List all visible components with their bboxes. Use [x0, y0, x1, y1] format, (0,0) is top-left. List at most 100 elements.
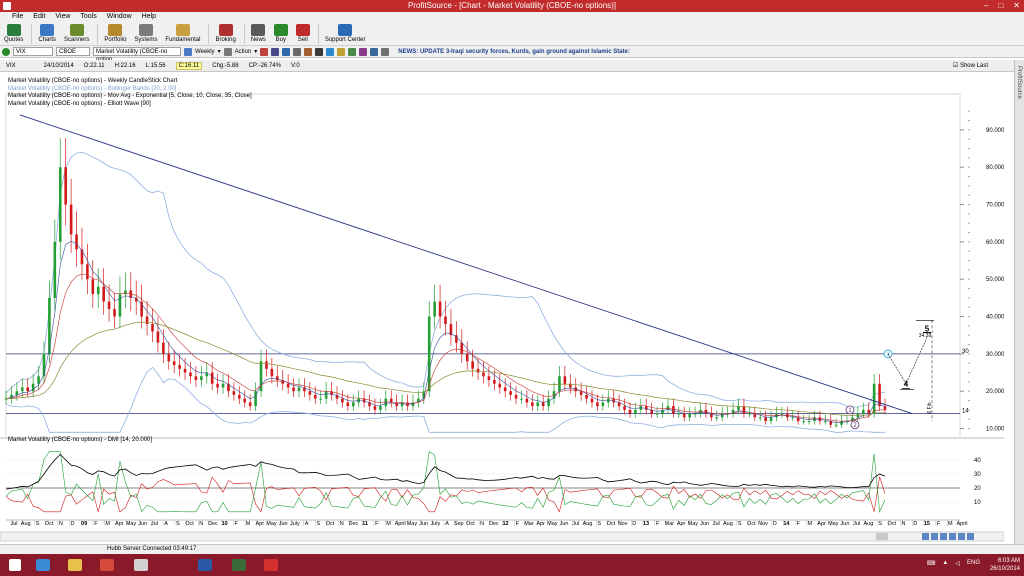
toolbar-broking-button[interactable]: Broking: [215, 22, 236, 43]
taskbar-app-gc[interactable]: [226, 556, 252, 574]
y-tick-label: 10.000: [986, 427, 1004, 433]
candle-body: [563, 376, 567, 384]
quote-close: C:16.11: [175, 61, 203, 70]
y-tick-label: 90.000: [986, 128, 1004, 134]
tool-icon-4[interactable]: [293, 47, 302, 56]
tool-icon-5[interactable]: [304, 47, 313, 56]
toolbar-fundamental-button[interactable]: Fundamental: [165, 22, 200, 43]
candle-body: [53, 241, 57, 298]
action-icon: [223, 47, 232, 56]
x-tick-label: Aug: [723, 521, 733, 527]
menu-help[interactable]: Help: [142, 12, 156, 22]
x-tick-label: M: [105, 521, 110, 527]
tool-icon-9[interactable]: [348, 47, 357, 56]
taskbar-chrome[interactable]: [94, 556, 120, 574]
y-tick-label: 50.000: [986, 277, 1004, 283]
tray-lang[interactable]: ENG: [967, 560, 980, 567]
candle-body: [802, 421, 805, 423]
support-center-icon: [338, 24, 353, 36]
file-explorer-icon: [68, 559, 82, 571]
charts-icon: [40, 24, 55, 36]
taskbar-file-explorer[interactable]: [62, 556, 88, 574]
taskbar-word[interactable]: [192, 556, 218, 574]
taskbar-start[interactable]: [2, 556, 28, 574]
candle-body: [531, 402, 534, 407]
candle-body: [601, 402, 605, 407]
network-icon[interactable]: ▲: [942, 560, 948, 567]
dropdown-arrow-icon[interactable]: ▾: [254, 48, 257, 55]
candle-body: [427, 316, 431, 392]
x-tick-label: Jul: [151, 521, 158, 527]
tool-icon-6[interactable]: [315, 47, 324, 56]
tool-icon-11[interactable]: [370, 47, 379, 56]
exchange-select[interactable]: CBOE: [56, 47, 90, 56]
tool-icon-1[interactable]: [260, 47, 269, 56]
x-tick-label: Sep: [454, 521, 464, 527]
toolbar-label: Buy: [275, 37, 286, 43]
show-last-checkbox[interactable]: ☑ Show Last: [953, 62, 998, 69]
instrument-field[interactable]: Market Volatility (CBOE-no option: [93, 47, 181, 63]
tool-icon-10[interactable]: [359, 47, 368, 56]
price-chart-svg[interactable]: 90.000 80.000 70.000 60.000 50.000 40.000 30.0…: [0, 72, 1005, 544]
link-icon[interactable]: [2, 47, 10, 56]
x-tick-label: N: [199, 521, 203, 527]
candle-body: [525, 398, 529, 403]
candle-body: [15, 391, 19, 395]
x-tick-label: F: [937, 521, 941, 527]
legend-candlestick: Market Volatility (CBOE-no options) - We…: [8, 78, 178, 84]
chart-area[interactable]: 90.000 80.000 70.000 60.000 50.000 40.000 30.0…: [0, 72, 1005, 544]
x-tick-label: M: [386, 521, 391, 527]
x-tick-label: S: [176, 521, 180, 527]
menu-file[interactable]: File: [12, 12, 23, 22]
tool-icon-12[interactable]: [381, 47, 390, 56]
keyboard-icon[interactable]: ⌨: [927, 560, 936, 567]
dropdown-arrow-icon[interactable]: ▾: [218, 48, 221, 55]
right-side-tab[interactable]: ProfitSource: [1014, 60, 1024, 544]
action-menu[interactable]: Action: [235, 49, 252, 55]
candle-body: [596, 402, 599, 407]
candle-body: [606, 398, 610, 403]
x-tick-label: May: [547, 521, 558, 527]
news-ticker[interactable]: NEWS: UPDATE 3-Iraqi security forces, Ku…: [398, 49, 630, 55]
tool-icon-8[interactable]: [337, 47, 346, 56]
candle-body: [221, 383, 225, 388]
period-select[interactable]: Weekly: [195, 49, 215, 55]
toolbar-quotes-button[interactable]: Quotes: [4, 22, 23, 43]
tray-clock[interactable]: 6:03 AM 26/10/2014: [990, 557, 1020, 573]
toolbar-systems-button[interactable]: Systems: [134, 22, 157, 43]
candle-body: [883, 406, 887, 410]
quote-symbol: VIX: [6, 62, 16, 69]
tool-icon-3[interactable]: [282, 47, 291, 56]
volume-icon[interactable]: ◁: [955, 560, 960, 567]
toolbar-label: Charts: [38, 37, 57, 43]
taskbar-profitsource[interactable]: [258, 556, 284, 574]
x-tick-label: Jul: [853, 521, 860, 527]
wave-5-target: 34.38: [919, 333, 932, 339]
toolbar-support-center-button[interactable]: Support Center: [325, 22, 366, 43]
close-button[interactable]: ✕: [1013, 0, 1020, 12]
toolbar-portfolio-button[interactable]: Portfolio: [104, 22, 126, 43]
toolbar-scanners-button[interactable]: Scanners: [64, 22, 89, 43]
toolbar-sell-button[interactable]: Sell: [295, 22, 310, 43]
hline-label: 30: [962, 349, 969, 355]
tool-icon-7[interactable]: [326, 47, 335, 56]
symbol-input[interactable]: VIX: [13, 47, 53, 56]
taskbar-internet-explorer[interactable]: [30, 556, 56, 574]
minimize-button[interactable]: –: [984, 0, 988, 12]
toolbar-charts-button[interactable]: Charts: [38, 22, 56, 43]
x-tick-label: 14: [783, 521, 790, 527]
maximize-button[interactable]: □: [998, 0, 1003, 12]
toolbar-news-button[interactable]: News: [251, 22, 266, 43]
tool-icon-2[interactable]: [271, 47, 280, 56]
toolbar-buy-button[interactable]: Buy: [273, 22, 288, 43]
x-tick-label: Jul: [10, 521, 17, 527]
tray-time: 6:03 AM: [997, 558, 1020, 564]
menu-edit[interactable]: Edit: [33, 12, 45, 22]
taskbar-calculator[interactable]: [128, 556, 154, 574]
menu-tools[interactable]: Tools: [80, 12, 96, 22]
menu-view[interactable]: View: [55, 12, 70, 22]
menu-window[interactable]: Window: [107, 12, 132, 22]
broking-icon: [218, 24, 233, 36]
candle-body: [232, 391, 236, 395]
candle-body: [509, 391, 512, 395]
